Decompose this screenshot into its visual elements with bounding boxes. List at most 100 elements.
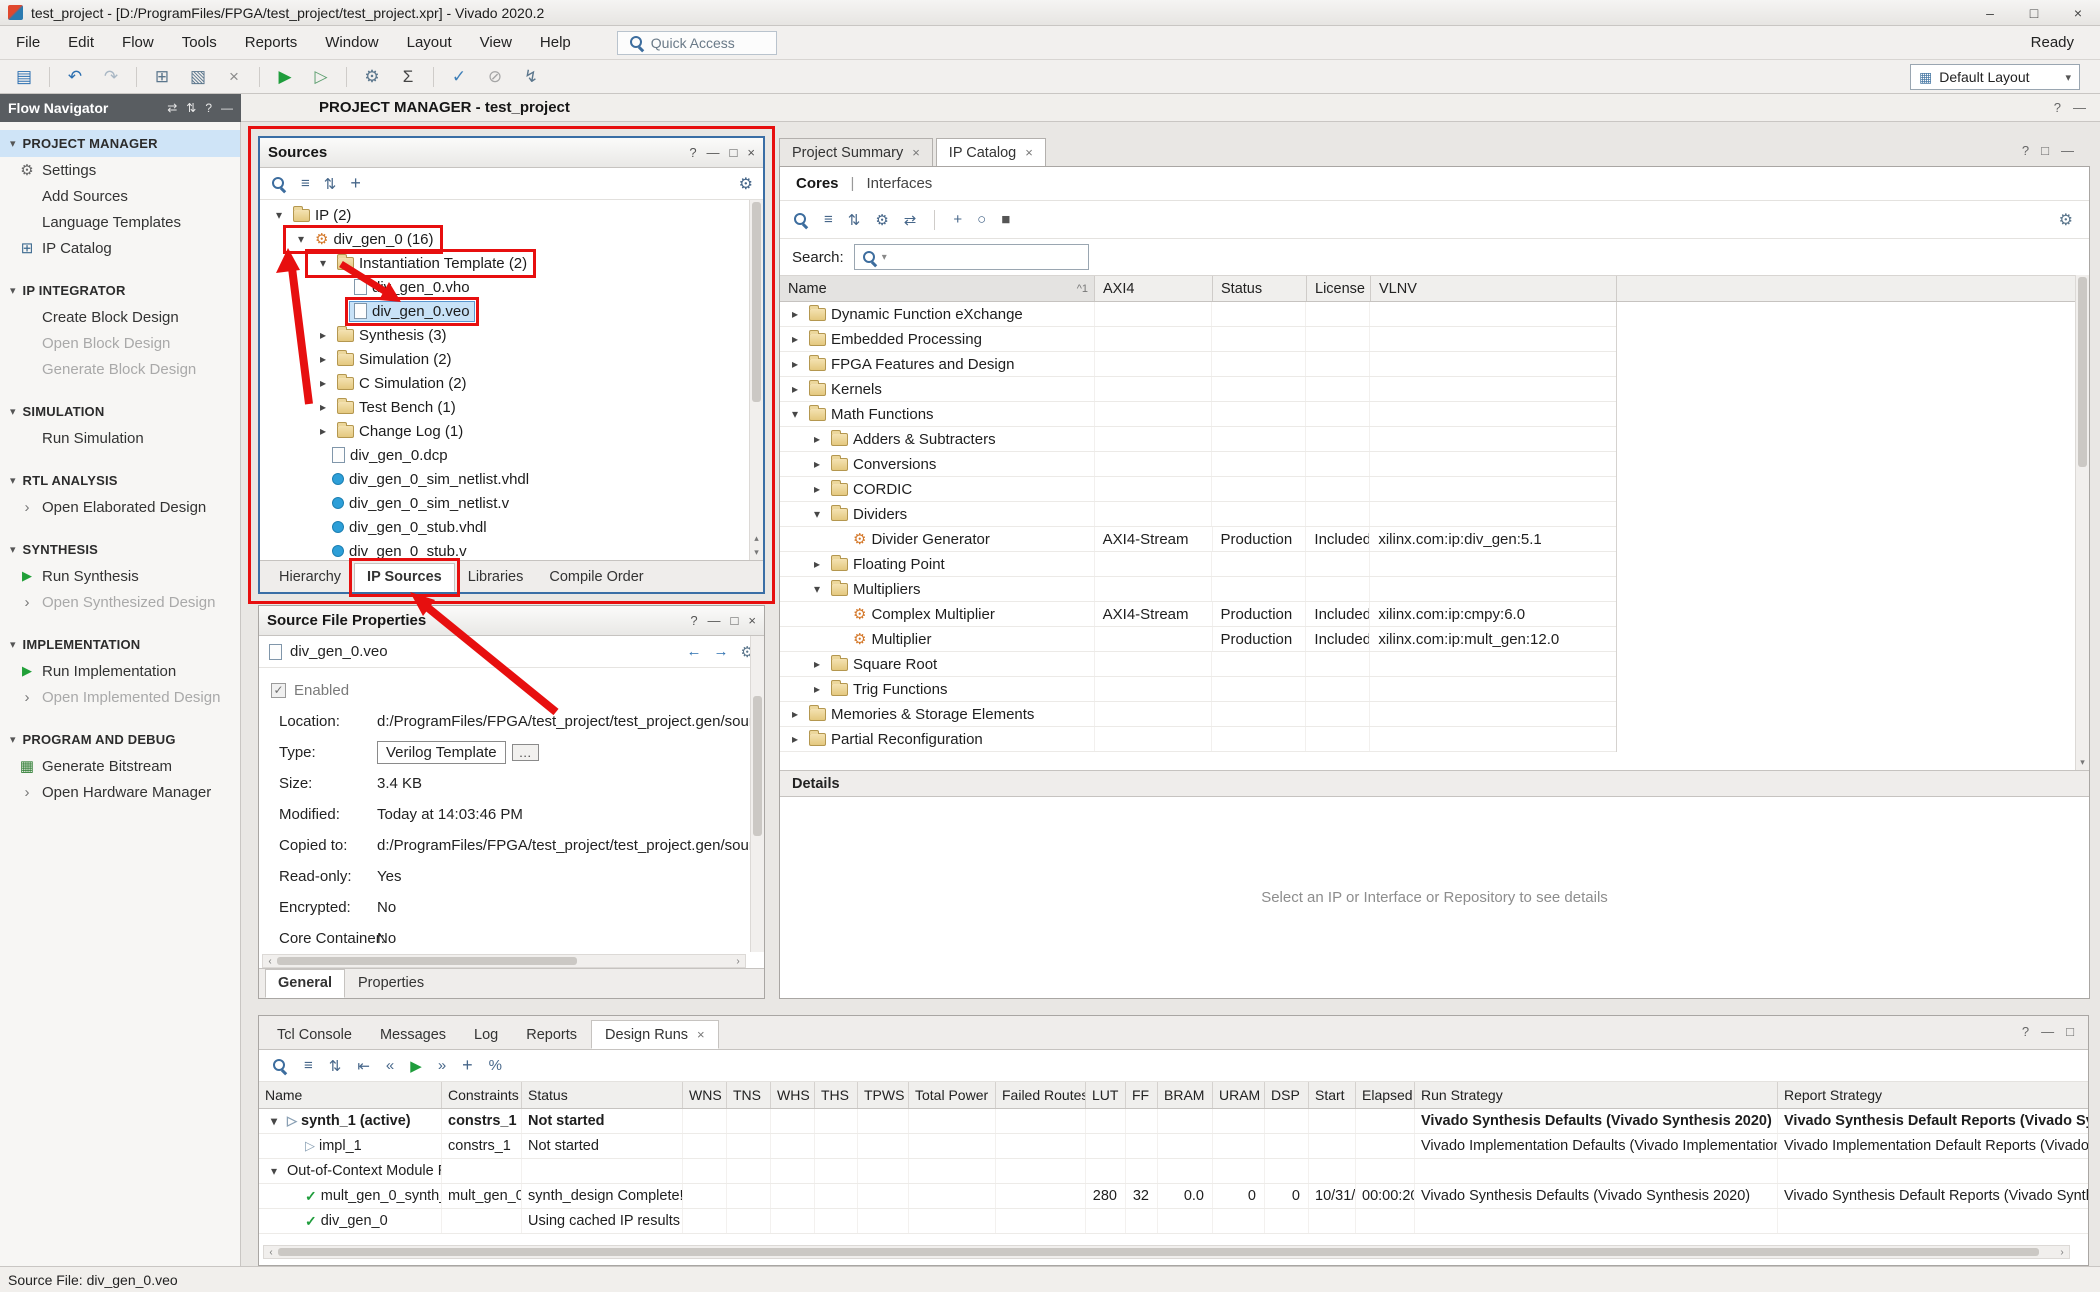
flownav-item-open-synthesized-design[interactable]: ›Open Synthesized Design [0,589,240,615]
source-node-c-simulation[interactable]: ▸C Simulation (2) [260,371,749,395]
minimize-icon[interactable]: — [2061,143,2074,158]
expand-icon[interactable]: ▸ [808,482,826,496]
step-icon[interactable]: ▷ [307,64,335,90]
collapse-icon[interactable]: ▾ [265,1114,283,1128]
source-node-div-gen-0-sim-netlist-v[interactable]: div_gen_0_sim_netlist.v [260,491,749,515]
runs-col-ths[interactable]: THS [815,1082,858,1108]
catalog-col-name[interactable]: Name^1 [780,276,1095,301]
scrollbar-thumb[interactable] [277,957,577,965]
expand-icon[interactable]: ▸ [786,382,804,396]
flownav-section-header-program-and-debug[interactable]: ▾PROGRAM AND DEBUG [0,726,240,753]
search-input[interactable]: ▾ [854,244,1089,270]
settings-icon[interactable]: ⚙ [358,64,386,90]
add-icon[interactable]: + [462,1055,473,1076]
tab-log[interactable]: Log [460,1020,512,1049]
type-combo[interactable]: Verilog Template [377,741,506,764]
dock-icon[interactable]: ⇄ [167,101,177,115]
validate-icon[interactable]: ✓ [445,64,473,90]
expand-icon[interactable]: ▸ [786,707,804,721]
runs-col-wns[interactable]: WNS [683,1082,727,1108]
close-icon[interactable]: × [912,145,920,160]
flownav-item-open-elaborated-design[interactable]: ›Open Elaborated Design [0,494,240,520]
tab-project-summary[interactable]: Project Summary× [779,138,933,166]
run-row-div-gen-0[interactable]: ✓div_gen_0Using cached IP results [259,1209,2088,1234]
close-icon[interactable]: × [697,1027,705,1042]
flownav-item-open-block-design[interactable]: Open Block Design [0,330,240,356]
catalog-row-cordic[interactable]: ▸CORDIC [780,477,1616,502]
tab-hierarchy[interactable]: Hierarchy [266,563,354,592]
expand-icon[interactable]: ▸ [314,424,332,438]
collapse-icon[interactable]: ▾ [808,582,826,596]
expand-icon[interactable]: ▸ [786,357,804,371]
expand-icon[interactable]: ▸ [786,732,804,746]
catalog-row-kernels[interactable]: ▸Kernels [780,377,1616,402]
save-icon[interactable]: ▤ [10,64,38,90]
catalog-col-status[interactable]: Status [1213,276,1307,301]
scrollbar-thumb[interactable] [2078,277,2087,467]
catalog-row-square-root[interactable]: ▸Square Root [780,652,1616,677]
expand-collapse-icon[interactable]: ⇅ [186,101,196,115]
source-node-div-gen-0-stub-vhdl[interactable]: div_gen_0_stub.vhdl [260,515,749,539]
flownav-section-header-simulation[interactable]: ▾SIMULATION [0,398,240,425]
source-node-test-bench[interactable]: ▸Test Bench (1) [260,395,749,419]
runs-col-tpws[interactable]: TPWS [858,1082,909,1108]
close-icon[interactable]: × [748,613,756,628]
menu-help[interactable]: Help [540,34,571,51]
subtab-cores[interactable]: Cores [796,175,839,192]
tab-ip-catalog[interactable]: IP Catalog× [936,138,1046,166]
runs-col-ff[interactable]: FF [1126,1082,1158,1108]
expand-icon[interactable]: ▸ [786,307,804,321]
sfp-horizontal-scrollbar[interactable]: ‹ › [262,954,746,968]
help-icon[interactable]: ? [2022,143,2029,158]
sfp-scrollbar[interactable] [750,636,764,952]
ip-catalog-scrollbar[interactable]: ▾ [2075,275,2089,770]
step-back-icon[interactable]: « [386,1057,394,1074]
paste-icon[interactable]: ▧ [184,64,212,90]
stop-icon[interactable]: ■ [1001,211,1010,228]
expand-icon[interactable]: ▸ [786,332,804,346]
flownav-item-run-implementation[interactable]: ▶Run Implementation [0,658,240,684]
runs-col-run-strategy[interactable]: Run Strategy [1415,1082,1778,1108]
help-icon[interactable]: ? [2054,100,2061,115]
source-node-div-gen-0[interactable]: ▾⚙div_gen_0 (16) [260,227,749,251]
catalog-row-partial-reconfiguration[interactable]: ▸Partial Reconfiguration [780,727,1616,752]
flownav-section-header-ip-integrator[interactable]: ▾IP INTEGRATOR [0,277,240,304]
runs-col-total-power[interactable]: Total Power [909,1082,996,1108]
flownav-item-create-block-design[interactable]: Create Block Design [0,304,240,330]
search-icon[interactable] [792,211,809,228]
expand-icon[interactable]: ▸ [808,457,826,471]
expand-icon[interactable]: ▸ [314,400,332,414]
catalog-col-vlnv[interactable]: VLNV [1371,276,1617,301]
flownav-item-generate-block-design[interactable]: Generate Block Design [0,356,240,382]
close-icon[interactable]: × [747,145,755,160]
run-row-out-of-context-module-runs[interactable]: ▾Out-of-Context Module Runs [259,1159,2088,1184]
source-node-change-log[interactable]: ▸Change Log (1) [260,419,749,443]
expand-collapse-icon[interactable]: ⇅ [324,175,337,193]
delete-icon[interactable]: × [220,64,248,90]
sources-scrollbar[interactable]: ▴ ▾ [749,200,763,560]
flownav-item-language-templates[interactable]: Language Templates [0,209,240,235]
edit-disabled-icon[interactable]: ⊘ [481,64,509,90]
expand-icon[interactable]: ▸ [808,682,826,696]
runs-col-constraints[interactable]: Constraints [442,1082,522,1108]
source-node-div-gen-0-vho[interactable]: div_gen_0.vho [260,275,749,299]
scrollbar-thumb[interactable] [278,1248,2039,1256]
minimize-icon[interactable]: — [2041,1024,2054,1039]
filter-icon[interactable]: ⚙ [875,211,888,229]
quick-access-search[interactable]: Quick Access [617,31,777,55]
catalog-col-license[interactable]: License [1307,276,1371,301]
expand-collapse-icon[interactable]: ⇅ [329,1057,342,1075]
run-row-synth-1-active[interactable]: ▾▷synth_1 (active)constrs_1Not startedVi… [259,1109,2088,1134]
minimize-icon[interactable]: — [2073,100,2086,115]
menu-layout[interactable]: Layout [407,34,452,51]
step-forward-icon[interactable]: » [438,1057,446,1074]
add-repository-icon[interactable]: + [953,211,962,228]
runs-col-start[interactable]: Start [1309,1082,1356,1108]
sum-icon[interactable]: Σ [394,64,422,90]
minimize-icon[interactable]: — [708,613,721,628]
menu-file[interactable]: File [16,34,40,51]
compare-icon[interactable]: ⇄ [904,211,917,229]
tab-ip-sources[interactable]: IP Sources [354,563,455,592]
scroll-left-icon[interactable]: ‹ [263,956,277,967]
help-icon[interactable]: ? [205,101,212,115]
